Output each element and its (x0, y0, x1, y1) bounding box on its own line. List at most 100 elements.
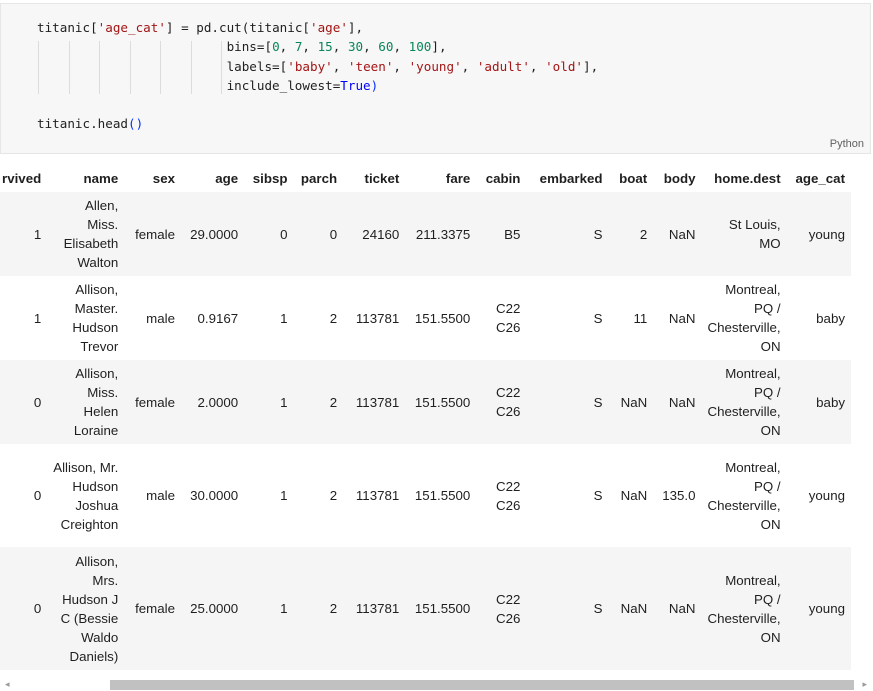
code-line: labels=['baby', 'teen', 'young', 'adult'… (226, 58, 599, 74)
table-header-row: rvived name sex age sibsp parch ticket fare cabi… (0, 164, 851, 192)
table-cell-boat: NaN (620, 601, 648, 616)
table-cell-ticket: 113781 (355, 601, 400, 616)
table-cell-age: 25.0000 (190, 601, 239, 616)
column-header: rvived (2, 170, 42, 186)
code-cell[interactable]: titanic['age_cat'] = pd.cut(titanic['age… (0, 3, 871, 154)
column-header: age_cat (795, 170, 845, 186)
table-cell-rvived: 0 (33, 488, 42, 503)
code-line: bins=[0, 7, 15, 30, 60, 100], (226, 39, 447, 55)
table-cell-boat: NaN (620, 394, 648, 410)
table-cell-embarked: S (593, 601, 603, 616)
table-cell-fare: 151.5500 (414, 394, 471, 410)
table-cell-ticket: 113781 (355, 394, 400, 410)
dataframe-output: rvived name sex age sibsp parch ticket fare cabi… (0, 164, 873, 676)
dataframe-table: rvived name sex age sibsp parch ticket fare cabi… (0, 164, 851, 670)
table-cell-sibsp: 1 (280, 488, 288, 503)
table-cell-fare: 151.5500 (414, 601, 471, 616)
table-cell-sex: male (146, 310, 175, 326)
table-cell-sibsp: 0 (280, 226, 288, 242)
column-header: boat (619, 170, 648, 186)
table-cell-embarked: S (593, 488, 603, 503)
table-cell-cabin: C22 C26 (496, 478, 521, 513)
table-cell-age: 2.0000 (197, 394, 239, 410)
table-cell-cabin: B5 (504, 226, 521, 242)
column-header: age (215, 170, 239, 186)
table-cell-body: NaN (668, 601, 696, 616)
table-cell-sex: female (135, 226, 175, 242)
table-cell-parch: 0 (329, 226, 338, 242)
column-header: parch (300, 170, 338, 186)
table-cell-parch: 2 (329, 310, 338, 326)
table-cell-rvived: 1 (33, 226, 42, 242)
cell-language-label[interactable]: Python (830, 138, 864, 150)
table-cell-ticket: 24160 (362, 226, 400, 242)
table-cell-home-dest: Montreal, PQ / Chesterville, ON (707, 572, 781, 645)
table-cell-age_cat: baby (816, 310, 845, 326)
table-cell-cabin: C22 C26 (496, 301, 521, 335)
table-cell-sibsp: 1 (280, 310, 288, 326)
table-cell-name: Allison, Mrs. Hudson J C (Bessie Waldo D… (60, 553, 119, 664)
column-header: sex (152, 170, 175, 186)
table-cell-name: Allison, Miss. Helen Loraine (73, 366, 119, 438)
table-cell-cabin: C22 C26 (496, 385, 521, 419)
table-cell-fare: 211.3375 (415, 226, 471, 242)
table-cell-age: 29.0000 (190, 226, 239, 242)
table-row: 1 Allison, Master. Hudson Trevor male 0.916… (0, 276, 851, 360)
table-cell-boat: 2 (639, 226, 648, 242)
column-header: home.dest (714, 170, 781, 186)
table-row: 0 Allison, Mrs. Hudson J C (Bessie Waldo … (0, 547, 851, 670)
table-cell-name: Allison, Master. Hudson Trevor (72, 282, 119, 354)
table-cell-sex: male (146, 488, 175, 503)
table-cell-parch: 2 (329, 394, 338, 410)
table-cell-sex: female (135, 601, 175, 616)
table-cell-embarked: S (593, 226, 603, 242)
table-cell-age: 30.0000 (190, 488, 239, 503)
table-cell-fare: 151.5500 (414, 488, 471, 503)
table-cell-home-dest: Montreal, PQ / Chesterville, ON (707, 366, 781, 438)
table-cell-sibsp: 1 (280, 394, 288, 410)
table-cell-sex: female (135, 394, 175, 410)
table-cell-boat: 11 (633, 310, 648, 326)
table-cell-age_cat: young (808, 601, 845, 616)
table-row: 1 Allen, Miss. Elisabeth Walton female 29.0… (0, 192, 851, 276)
table-cell-home-dest: Montreal, PQ / Chesterville, ON (707, 459, 781, 532)
table-body: 1 Allen, Miss. Elisabeth Walton female 29.0… (0, 192, 851, 670)
column-header: body (663, 170, 696, 186)
table-cell-fare: 151.5500 (414, 310, 471, 326)
table-cell-age_cat: baby (816, 394, 845, 410)
table-cell-name: Allison, Mr. Hudson Joshua Creighton (53, 459, 119, 532)
table-cell-ticket: 113781 (355, 310, 400, 326)
table-row: 0 Allison, Miss. Helen Loraine female 2.000… (0, 360, 851, 444)
table-cell-cabin: C22 C26 (496, 591, 521, 626)
code-line: titanic['age_cat'] = pd.cut(titanic['age… (37, 20, 364, 35)
table-row: 0 Allison, Mr. Hudson Joshua Creighton mal… (0, 444, 851, 547)
table-cell-body: NaN (668, 310, 696, 326)
table-cell-embarked: S (593, 394, 603, 410)
column-header: name (83, 170, 119, 186)
table-cell-age: 0.9167 (197, 310, 239, 326)
table-cell-age_cat: young (808, 488, 845, 503)
table-cell-rvived: 0 (33, 601, 42, 616)
table-cell-sibsp: 1 (280, 601, 288, 616)
table-cell-boat: NaN (620, 488, 648, 503)
scroll-right-arrow-icon[interactable]: ▸ (862, 677, 867, 691)
code-editor[interactable]: titanic['age_cat'] = pd.cut(titanic['age… (37, 18, 598, 134)
column-header: cabin (485, 170, 521, 186)
table-cell-rvived: 1 (33, 310, 42, 326)
table-cell-ticket: 113781 (355, 488, 400, 503)
table-cell-home-dest: St Louis, MO (728, 217, 781, 251)
column-header: embarked (539, 170, 603, 186)
table-cell-parch: 2 (329, 488, 338, 503)
table-cell-body: NaN (668, 226, 696, 242)
scrollbar-thumb[interactable] (110, 680, 854, 690)
column-header: sibsp (252, 170, 288, 186)
table-cell-home-dest: Montreal, PQ / Chesterville, ON (707, 282, 781, 354)
horizontal-scrollbar[interactable]: ◂ ▸ (0, 677, 873, 691)
table-cell-body: NaN (668, 394, 696, 410)
table-cell-body: 135.0 (662, 488, 696, 503)
column-header: ticket (364, 170, 400, 186)
column-header: fare (445, 170, 471, 186)
table-cell-parch: 2 (329, 601, 338, 616)
scroll-left-arrow-icon[interactable]: ◂ (5, 677, 10, 691)
table-cell-rvived: 0 (33, 394, 42, 410)
